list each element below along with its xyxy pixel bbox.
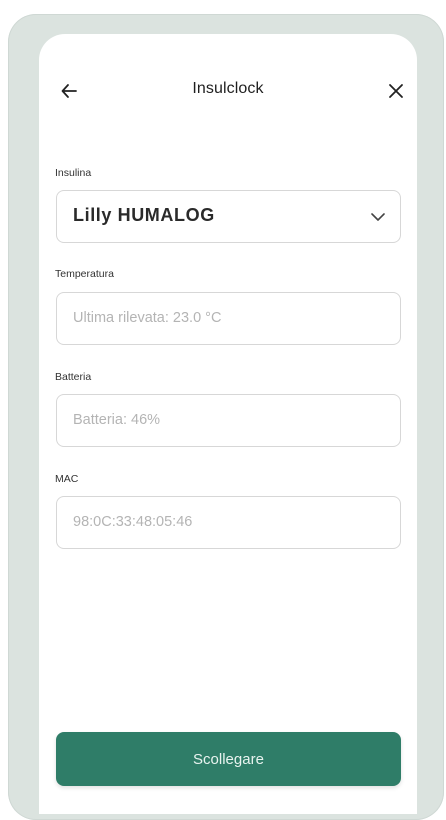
mac-value: 98:0C:33:48:05:46 (73, 514, 193, 530)
mac-label: MAC (55, 473, 79, 485)
temperature-label: Temperatura (55, 268, 114, 280)
temperature-field[interactable]: Ultima rilevata: 23.0 °C (56, 292, 401, 345)
mac-field[interactable]: 98:0C:33:48:05:46 (56, 496, 401, 549)
battery-label: Batteria (55, 371, 92, 383)
top-bar: Insulclock (39, 76, 417, 106)
screen: Insulclock Insulina Lilly HUMALOG Temper… (39, 34, 417, 814)
battery-value: Batteria: 46% (73, 412, 161, 428)
battery-field[interactable]: Batteria: 46% (56, 394, 401, 447)
close-icon (389, 84, 403, 98)
page-title: Insulclock (192, 80, 264, 97)
insulin-value: Lilly HUMALOG (73, 205, 215, 225)
close-button[interactable] (381, 76, 411, 106)
chevron-down-icon (371, 213, 385, 221)
temperature-value: Ultima rilevata: 23.0 °C (73, 310, 222, 326)
insulin-label: Insulina (55, 167, 92, 179)
disconnect-button[interactable]: Scollegare (56, 732, 401, 786)
insulin-select[interactable]: Lilly HUMALOG (56, 190, 401, 243)
